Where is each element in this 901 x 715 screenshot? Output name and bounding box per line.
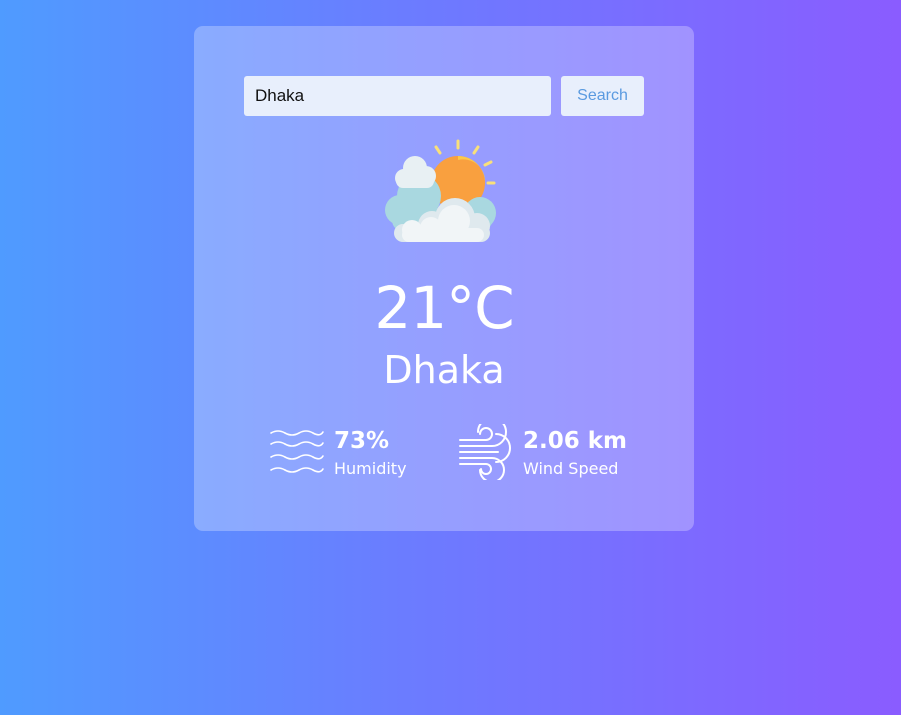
temperature: 21°C: [374, 274, 514, 342]
wind-speed-value: 2.06 km: [523, 428, 628, 454]
wind-icon: [459, 424, 512, 480]
humidity-value: 73%: [334, 428, 390, 454]
wind-speed-label: Wind Speed: [523, 459, 619, 478]
weather-card: Search: [194, 26, 694, 531]
humidity-waves-icon: [270, 430, 324, 473]
partly-cloudy-sun-icon: [382, 138, 506, 246]
search-bar: Search: [244, 76, 644, 116]
humidity-detail: 73% Humidity: [269, 424, 419, 484]
search-button[interactable]: Search: [561, 76, 644, 116]
humidity-label: Humidity: [334, 459, 407, 478]
city-name: Dhaka: [383, 348, 505, 392]
city-search-input[interactable]: [244, 76, 551, 116]
wind-detail: 2.06 km Wind Speed: [456, 424, 636, 484]
